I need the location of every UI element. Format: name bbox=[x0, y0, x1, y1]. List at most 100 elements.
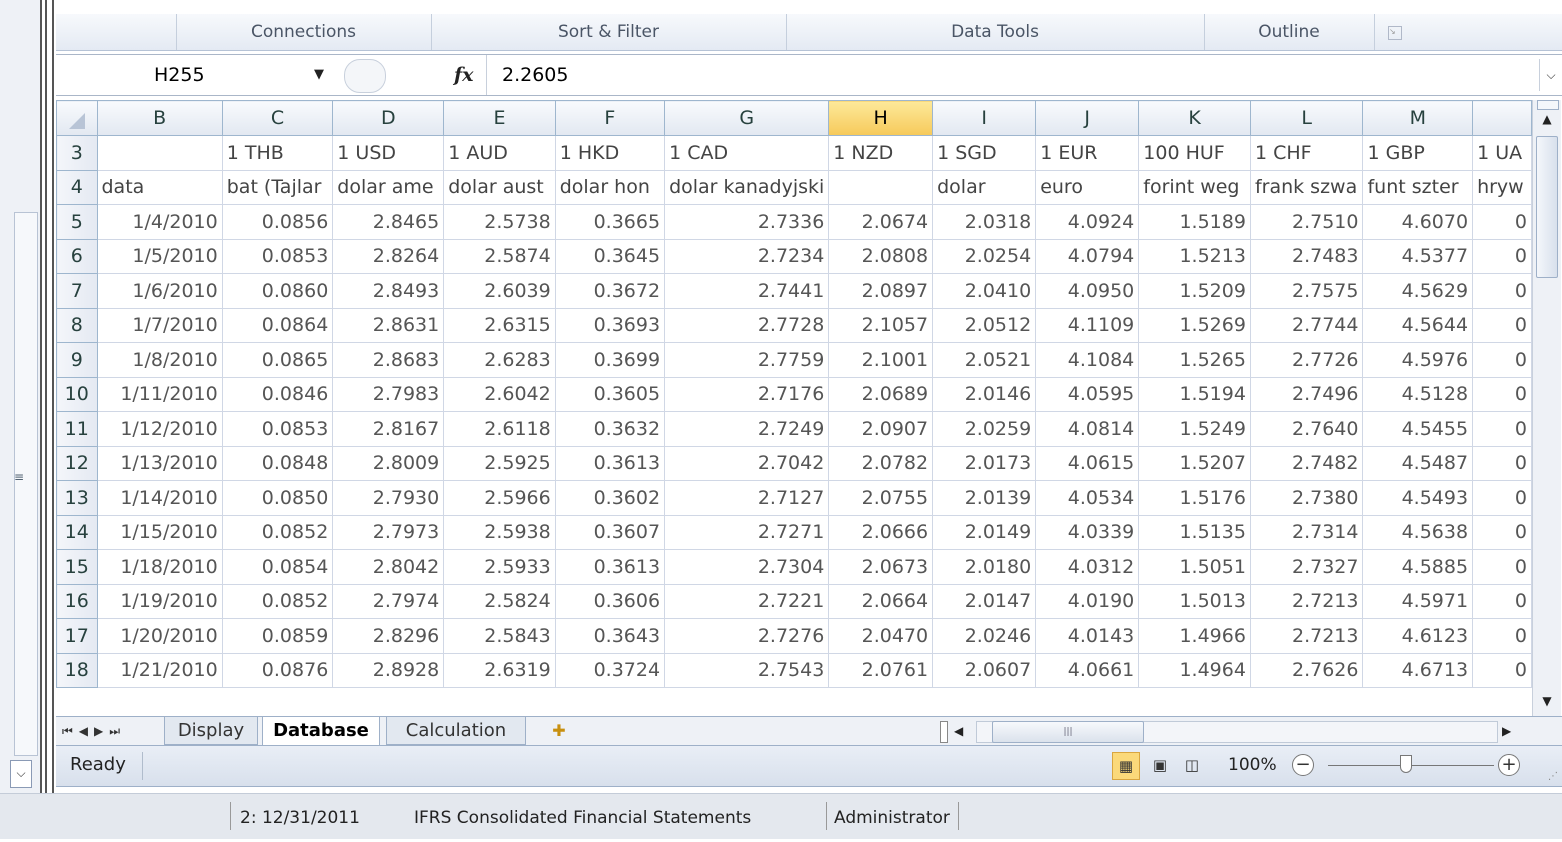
resize-grip-icon[interactable]: ⋰ bbox=[1548, 771, 1558, 782]
cell[interactable]: 1.5194 bbox=[1138, 376, 1251, 412]
cell[interactable]: 0.0864 bbox=[221, 307, 334, 343]
cell[interactable]: 1/20/2010 bbox=[96, 618, 223, 654]
cell[interactable]: 1/15/2010 bbox=[96, 514, 223, 550]
cell[interactable]: 2.7380 bbox=[1249, 480, 1364, 516]
cell[interactable]: 2.8042 bbox=[332, 549, 445, 585]
cell[interactable]: 0.0852 bbox=[221, 514, 334, 550]
cell[interactable]: 1 EUR bbox=[1035, 135, 1140, 171]
expand-formula-icon[interactable]: ⌵ bbox=[1539, 59, 1562, 91]
cell[interactable]: 0.0854 bbox=[221, 549, 334, 585]
cell[interactable]: 4.0615 bbox=[1035, 445, 1140, 481]
cell[interactable]: 2.7327 bbox=[1249, 549, 1364, 585]
row-header[interactable]: 15 bbox=[56, 549, 98, 585]
cell[interactable]: 4.6123 bbox=[1362, 618, 1474, 654]
name-box[interactable]: H255 bbox=[56, 55, 336, 95]
cell[interactable]: 0.0853 bbox=[221, 411, 334, 447]
cell[interactable]: 4.6070 bbox=[1362, 204, 1474, 240]
select-all-corner[interactable] bbox=[56, 100, 98, 136]
cell[interactable]: 0 bbox=[1472, 342, 1532, 378]
page-break-icon[interactable]: ◫ bbox=[1178, 752, 1206, 780]
cell[interactable]: 1.5051 bbox=[1138, 549, 1251, 585]
cell[interactable]: 0 bbox=[1472, 652, 1532, 688]
cell[interactable]: 1/12/2010 bbox=[96, 411, 223, 447]
cell[interactable]: 1.5189 bbox=[1138, 204, 1251, 240]
cell[interactable]: 1 SGD bbox=[932, 135, 1037, 171]
cell[interactable]: 2.7441 bbox=[664, 273, 830, 309]
column-header[interactable]: B bbox=[96, 100, 223, 136]
left-pane-dropdown-icon[interactable]: ⌵ bbox=[10, 760, 32, 788]
cell[interactable]: 1.5249 bbox=[1138, 411, 1251, 447]
cell[interactable]: 1 CAD bbox=[664, 135, 830, 171]
cell[interactable]: 1 HKD bbox=[554, 135, 666, 171]
cell[interactable]: 0.3613 bbox=[554, 549, 666, 585]
cell[interactable]: 2.0673 bbox=[828, 549, 934, 585]
row-header[interactable]: 6 bbox=[56, 238, 98, 274]
cell[interactable]: dolar bbox=[932, 169, 1037, 205]
cell[interactable]: 2.7234 bbox=[664, 238, 830, 274]
cell[interactable]: 1.5269 bbox=[1138, 307, 1251, 343]
cell[interactable]: 4.0143 bbox=[1035, 618, 1140, 654]
row-header[interactable]: 17 bbox=[56, 618, 98, 654]
cell[interactable]: 2.5933 bbox=[443, 549, 556, 585]
vertical-scrollbar[interactable]: ▲ ▼ bbox=[1532, 100, 1561, 718]
cell[interactable]: 0.0853 bbox=[221, 238, 334, 274]
cell[interactable]: 4.5487 bbox=[1362, 445, 1474, 481]
cell[interactable]: 2.7496 bbox=[1249, 376, 1364, 412]
row-header[interactable]: 10 bbox=[56, 376, 98, 412]
row-header[interactable]: 12 bbox=[56, 445, 98, 481]
cell[interactable]: 1.5265 bbox=[1138, 342, 1251, 378]
cell[interactable]: 1/4/2010 bbox=[96, 204, 223, 240]
cell[interactable]: 2.7314 bbox=[1249, 514, 1364, 550]
column-header[interactable]: D bbox=[332, 100, 445, 136]
cell[interactable]: 1.5209 bbox=[1138, 273, 1251, 309]
cell[interactable]: 2.5938 bbox=[443, 514, 556, 550]
cell[interactable]: 2.0173 bbox=[932, 445, 1037, 481]
outline-dialog-launcher-icon[interactable]: ↘ bbox=[1388, 26, 1402, 40]
cell[interactable]: 2.8167 bbox=[332, 411, 445, 447]
cell[interactable]: bat (Tajlar bbox=[221, 169, 334, 205]
horizontal-scrollbar[interactable]: ◀ ||| ▶ bbox=[940, 719, 1518, 743]
zoom-slider-thumb[interactable] bbox=[1400, 755, 1412, 773]
cell[interactable]: 2.0512 bbox=[932, 307, 1037, 343]
cell[interactable]: 2.0666 bbox=[828, 514, 934, 550]
cell[interactable]: 4.0814 bbox=[1035, 411, 1140, 447]
cell[interactable]: 0.3606 bbox=[554, 583, 666, 619]
fx-icon[interactable]: fx bbox=[454, 55, 474, 95]
cell[interactable]: funt szter bbox=[1362, 169, 1474, 205]
cell[interactable]: 2.7221 bbox=[664, 583, 830, 619]
cell[interactable]: 2.7728 bbox=[664, 307, 830, 343]
cell[interactable]: 4.5971 bbox=[1362, 583, 1474, 619]
cell[interactable]: data bbox=[96, 169, 223, 205]
cell[interactable]: 4.0661 bbox=[1035, 652, 1140, 688]
cell[interactable]: 2.0664 bbox=[828, 583, 934, 619]
cell[interactable]: 1 NZD bbox=[828, 135, 934, 171]
left-pane-grip-icon[interactable]: ≡ bbox=[14, 470, 24, 484]
cell[interactable]: 0 bbox=[1472, 307, 1532, 343]
cell[interactable]: 1 AUD bbox=[443, 135, 556, 171]
cell[interactable]: 1/11/2010 bbox=[96, 376, 223, 412]
cell[interactable]: 2.0689 bbox=[828, 376, 934, 412]
cell[interactable]: 2.7575 bbox=[1249, 273, 1364, 309]
cell[interactable]: 0.0860 bbox=[221, 273, 334, 309]
cell[interactable]: 2.0782 bbox=[828, 445, 934, 481]
scroll-right-icon[interactable]: ▶ bbox=[1502, 719, 1511, 743]
cell[interactable]: 2.0149 bbox=[932, 514, 1037, 550]
cell[interactable]: 1 USD bbox=[332, 135, 445, 171]
cell[interactable]: 2.8465 bbox=[332, 204, 445, 240]
cell[interactable]: 2.7276 bbox=[664, 618, 830, 654]
cell[interactable]: 0 bbox=[1472, 480, 1532, 516]
cell[interactable]: 0 bbox=[1472, 583, 1532, 619]
cell[interactable]: 2.7744 bbox=[1249, 307, 1364, 343]
cell[interactable]: 2.7176 bbox=[664, 376, 830, 412]
cell[interactable]: 4.5493 bbox=[1362, 480, 1474, 516]
cell[interactable]: 2.0318 bbox=[932, 204, 1037, 240]
sheet-tab-database[interactable]: Database bbox=[262, 717, 380, 746]
cell[interactable]: 2.7483 bbox=[1249, 238, 1364, 274]
column-header[interactable]: I bbox=[932, 100, 1037, 136]
cell[interactable]: 4.5629 bbox=[1362, 273, 1474, 309]
column-header[interactable]: F bbox=[554, 100, 666, 136]
column-header[interactable]: C bbox=[221, 100, 334, 136]
cell[interactable]: 4.5885 bbox=[1362, 549, 1474, 585]
row-header[interactable]: 4 bbox=[56, 169, 98, 205]
cell[interactable]: 2.0521 bbox=[932, 342, 1037, 378]
